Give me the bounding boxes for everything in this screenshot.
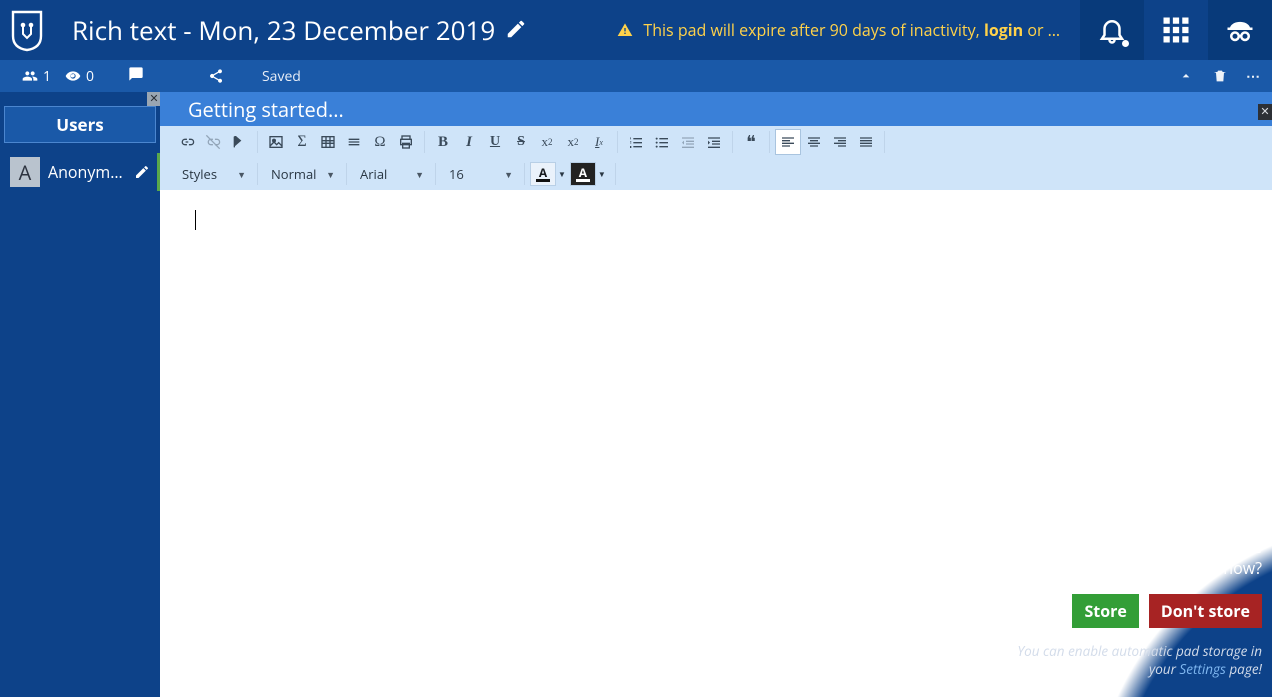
align-right-button[interactable] [827,129,853,155]
styles-combo[interactable]: Styles▼ [174,161,252,187]
superscript-button[interactable]: x2 [560,129,586,155]
link-icon[interactable] [174,129,200,155]
users-sidebar: ✕ Users A Anonymo… [0,92,160,697]
italic-button[interactable]: I [456,129,482,155]
viewing-users-count[interactable]: 0 [65,67,94,86]
remove-format-button[interactable]: Ix [586,129,612,155]
underline-button[interactable]: U [482,129,508,155]
warning-icon [617,19,637,41]
hr-icon[interactable] [341,129,367,155]
popup-hint: You can enable automatic pad storage in … [1012,642,1262,678]
unordered-list-button[interactable] [649,129,675,155]
format-combo[interactable]: Normal▼ [263,161,341,187]
align-center-button[interactable] [801,129,827,155]
save-status: Saved [244,67,301,86]
bg-color-button[interactable]: A [570,162,596,186]
outdent-button [675,129,701,155]
size-combo[interactable]: 16▼ [441,161,519,187]
more-icon[interactable]: ⋯ [1246,67,1262,86]
anchor-icon[interactable] [226,129,252,155]
warn-text: This pad will expire after 90 days of in… [643,19,984,41]
share-button[interactable] [188,68,244,84]
collapse-toolbar-icon[interactable] [1178,68,1194,84]
dont-store-button[interactable]: Don't store [1149,594,1262,628]
store-button[interactable]: Store [1072,594,1138,628]
editor-toolbar: Σ Ω B I U S x2 x2 Ix ❝ Styles▼ Normal▼ A… [160,126,1272,190]
ordered-list-button[interactable] [623,129,649,155]
users-header: Users [4,106,156,143]
notifications-button[interactable] [1080,0,1144,60]
editing-users-count[interactable]: 1 [22,67,51,86]
user-row[interactable]: A Anonymo… [6,153,154,191]
user-avatar: A [10,157,40,187]
print-icon[interactable] [393,129,419,155]
store-popup: ▬ This pad is not in your CryptDrive. Do… [972,487,1272,697]
blockquote-button[interactable]: ❝ [738,129,764,155]
image-icon[interactable] [263,129,289,155]
pad-title: Rich text - Mon, 23 December 2019 [72,12,495,48]
edit-user-icon[interactable] [134,164,150,180]
close-banner-icon[interactable]: ✕ [1258,104,1272,120]
getting-started-text: Getting started... [188,96,344,123]
getting-started-banner: Getting started... ✕ [160,92,1272,126]
viewing-count-value: 0 [86,67,94,86]
login-link[interactable]: login [984,19,1023,41]
align-left-button[interactable] [775,129,801,155]
delete-icon[interactable] [1212,68,1228,84]
app-logo[interactable] [0,0,54,60]
font-combo[interactable]: Arial▼ [352,161,430,187]
settings-link[interactable]: Settings [1179,660,1225,678]
unlink-icon [200,129,226,155]
subscript-button[interactable]: x2 [534,129,560,155]
text-color-caret[interactable]: ▼ [558,169,566,180]
apps-grid-button[interactable] [1144,0,1208,60]
align-justify-button[interactable] [853,129,879,155]
warn-or: or [1023,19,1060,41]
minimize-popup-icon[interactable]: ▬ [1252,493,1266,515]
math-icon[interactable]: Σ [289,129,315,155]
editing-count-value: 1 [43,67,51,86]
edit-title-icon[interactable] [505,18,527,40]
bg-color-caret[interactable]: ▼ [598,169,606,180]
close-sidebar-icon[interactable]: ✕ [147,92,161,106]
user-name: Anonymo… [48,161,126,183]
table-icon[interactable] [315,129,341,155]
indent-button[interactable] [701,129,727,155]
chat-button[interactable] [128,66,156,82]
popup-message: This pad is not in your CryptDrive. Do y… [1012,515,1262,580]
bold-button[interactable]: B [430,129,456,155]
text-cursor [195,210,196,230]
user-menu-button[interactable] [1208,0,1272,60]
special-char-icon[interactable]: Ω [367,129,393,155]
expiry-warning: This pad will expire after 90 days of in… [527,19,1080,41]
text-color-button[interactable]: A [530,162,556,186]
strike-button[interactable]: S [508,129,534,155]
